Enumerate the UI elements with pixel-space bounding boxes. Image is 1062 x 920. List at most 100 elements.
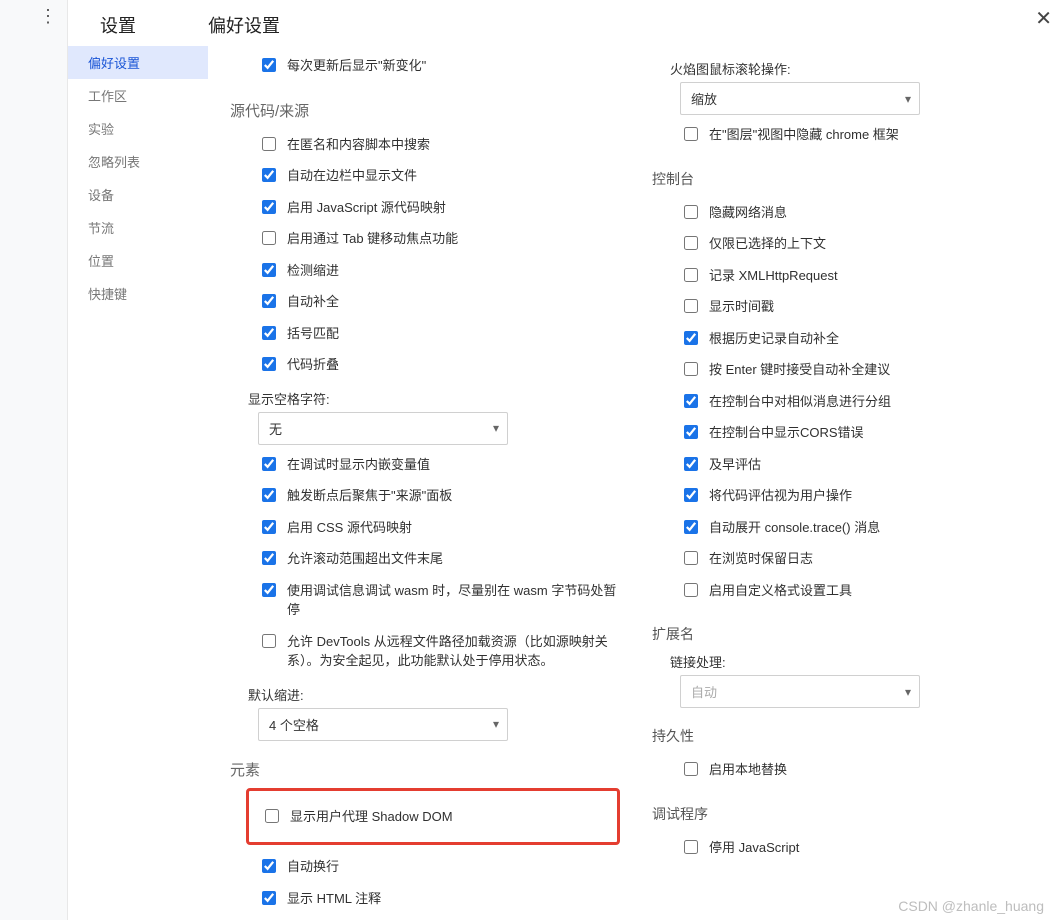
checkbox[interactable] — [684, 331, 698, 345]
checkbox[interactable] — [684, 840, 698, 854]
option-row[interactable]: 在浏览时保留日志 — [640, 543, 1042, 575]
checkbox[interactable] — [684, 488, 698, 502]
checkbox[interactable] — [684, 236, 698, 250]
close-icon[interactable]: ✕ — [1035, 6, 1052, 31]
option-row[interactable]: 自动换行 — [218, 851, 620, 883]
sidebar-item-6[interactable]: 位置 — [68, 244, 208, 277]
option-label: 在控制台中对相似消息进行分组 — [709, 392, 891, 412]
option-label: 括号匹配 — [287, 324, 339, 344]
checkbox[interactable] — [684, 425, 698, 439]
option-label: 检测缩进 — [287, 261, 339, 281]
checkbox[interactable] — [262, 263, 276, 277]
checkbox[interactable] — [262, 137, 276, 151]
option-label: 自动展开 console.trace() 消息 — [709, 518, 880, 538]
option-row[interactable]: 在匿名和内容脚本中搜索 — [218, 129, 620, 161]
checkbox[interactable] — [684, 394, 698, 408]
option-row[interactable]: 仅限已选择的上下文 — [640, 228, 1042, 260]
sidebar-item-3[interactable]: 忽略列表 — [68, 145, 208, 178]
option-row[interactable]: 代码折叠 — [218, 349, 620, 381]
option-row[interactable]: 允许滚动范围超出文件末尾 — [218, 543, 620, 575]
checkbox[interactable] — [262, 457, 276, 471]
sidebar-item-7[interactable]: 快捷键 — [68, 277, 208, 310]
header: 设置 偏好设置 ✕ — [68, 0, 1062, 46]
option-row[interactable]: 在控制台中对相似消息进行分组 — [640, 386, 1042, 418]
checkbox[interactable] — [262, 326, 276, 340]
flame-select[interactable]: 缩放 — [680, 82, 920, 115]
checkbox[interactable] — [262, 168, 276, 182]
checkbox[interactable] — [262, 551, 276, 565]
option-row[interactable]: 触发断点后聚焦于"来源"面板 — [218, 480, 620, 512]
option-row[interactable]: 在调试时显示内嵌变量值 — [218, 449, 620, 481]
section-console: 控制台 — [652, 169, 1042, 189]
option-row[interactable]: 启用本地替换 — [640, 754, 1042, 786]
option-row[interactable]: 按 Enter 键时接受自动补全建议 — [640, 354, 1042, 386]
flame-label: 火焰图鼠标滚轮操作: — [670, 59, 1042, 78]
settings-content: 每次更新后显示"新变化" 源代码/来源 在匿名和内容脚本中搜索自动在边栏中显示文… — [208, 46, 1062, 920]
option-row[interactable]: 显示时间戳 — [640, 291, 1042, 323]
checkbox[interactable] — [684, 362, 698, 376]
checkbox[interactable] — [684, 583, 698, 597]
option-row[interactable]: 在"图层"视图中隐藏 chrome 框架 — [640, 119, 1042, 151]
option-row[interactable]: 启用通过 Tab 键移动焦点功能 — [218, 223, 620, 255]
checkbox[interactable] — [262, 859, 276, 873]
sidebar-item-0[interactable]: 偏好设置 — [68, 46, 208, 79]
option-row[interactable]: 及早评估 — [640, 449, 1042, 481]
option-row[interactable]: 停用 JavaScript — [640, 832, 1042, 864]
option-label: 显示用户代理 Shadow DOM — [290, 807, 453, 827]
option-row[interactable]: 启用 JavaScript 源代码映射 — [218, 192, 620, 224]
option-row[interactable]: 显示 HTML 注释 — [218, 883, 620, 915]
checkbox[interactable] — [684, 299, 698, 313]
option-label: 触发断点后聚焦于"来源"面板 — [287, 486, 452, 506]
option-label: 启用自定义格式设置工具 — [709, 581, 852, 601]
option-row[interactable]: 启用自定义格式设置工具 — [640, 575, 1042, 607]
checkbox[interactable] — [262, 294, 276, 308]
checkbox[interactable] — [262, 583, 276, 597]
option-row[interactable]: 括号匹配 — [218, 318, 620, 350]
sidebar-item-4[interactable]: 设备 — [68, 178, 208, 211]
option-row[interactable]: 根据历史记录自动补全 — [640, 323, 1042, 355]
checkbox[interactable] — [684, 551, 698, 565]
indent-select[interactable]: 4 个空格 — [258, 708, 508, 741]
checkbox[interactable] — [262, 488, 276, 502]
option-row[interactable]: 每次更新后显示"新变化" — [218, 50, 620, 82]
option-row[interactable]: 启用 CSS 源代码映射 — [218, 512, 620, 544]
checkbox[interactable] — [684, 520, 698, 534]
option-row[interactable]: 检测缩进 — [218, 255, 620, 287]
whitespace-select[interactable]: 无 — [258, 412, 508, 445]
checkbox[interactable] — [262, 520, 276, 534]
option-row[interactable]: 允许 DevTools 从远程文件路径加载资源（比如源映射关系）。为安全起见，此… — [218, 626, 620, 677]
more-icon[interactable]: ⋮ — [39, 6, 67, 27]
checkbox[interactable] — [265, 809, 279, 823]
checkbox[interactable] — [684, 205, 698, 219]
checkbox[interactable] — [262, 231, 276, 245]
checkbox[interactable] — [262, 634, 276, 648]
option-row[interactable]: 使用调试信息调试 wasm 时，尽量别在 wasm 字节码处暂停 — [218, 575, 620, 626]
option-row[interactable]: 隐藏网络消息 — [640, 197, 1042, 229]
option-label: 将代码评估视为用户操作 — [709, 486, 852, 506]
checkbox[interactable] — [684, 127, 698, 141]
sidebar-item-5[interactable]: 节流 — [68, 211, 208, 244]
option-row[interactable]: 显示用户代理 Shadow DOM — [249, 801, 611, 833]
checkbox[interactable] — [262, 357, 276, 371]
option-row[interactable]: 将代码评估视为用户操作 — [640, 480, 1042, 512]
option-label: 根据历史记录自动补全 — [709, 329, 839, 349]
option-label: 在"图层"视图中隐藏 chrome 框架 — [709, 125, 899, 145]
option-row[interactable]: 自动展开 console.trace() 消息 — [640, 512, 1042, 544]
option-row[interactable]: 自动在边栏中显示文件 — [218, 160, 620, 192]
sidebar-item-2[interactable]: 实验 — [68, 112, 208, 145]
link-select[interactable]: 自动 — [680, 675, 920, 708]
option-label: 按 Enter 键时接受自动补全建议 — [709, 360, 890, 380]
checkbox[interactable] — [684, 268, 698, 282]
option-label: 记录 XMLHttpRequest — [709, 266, 838, 286]
option-row[interactable]: 在控制台中显示CORS错误 — [640, 417, 1042, 449]
checkbox[interactable] — [684, 762, 698, 776]
checkbox[interactable] — [262, 200, 276, 214]
checkbox[interactable] — [262, 58, 276, 72]
option-row[interactable]: 自动补全 — [218, 286, 620, 318]
option-row[interactable]: 记录 XMLHttpRequest — [640, 260, 1042, 292]
sidebar-item-1[interactable]: 工作区 — [68, 79, 208, 112]
option-label: 在调试时显示内嵌变量值 — [287, 455, 430, 475]
checkbox[interactable] — [262, 891, 276, 905]
option-label: 使用调试信息调试 wasm 时，尽量别在 wasm 字节码处暂停 — [287, 581, 620, 620]
checkbox[interactable] — [684, 457, 698, 471]
